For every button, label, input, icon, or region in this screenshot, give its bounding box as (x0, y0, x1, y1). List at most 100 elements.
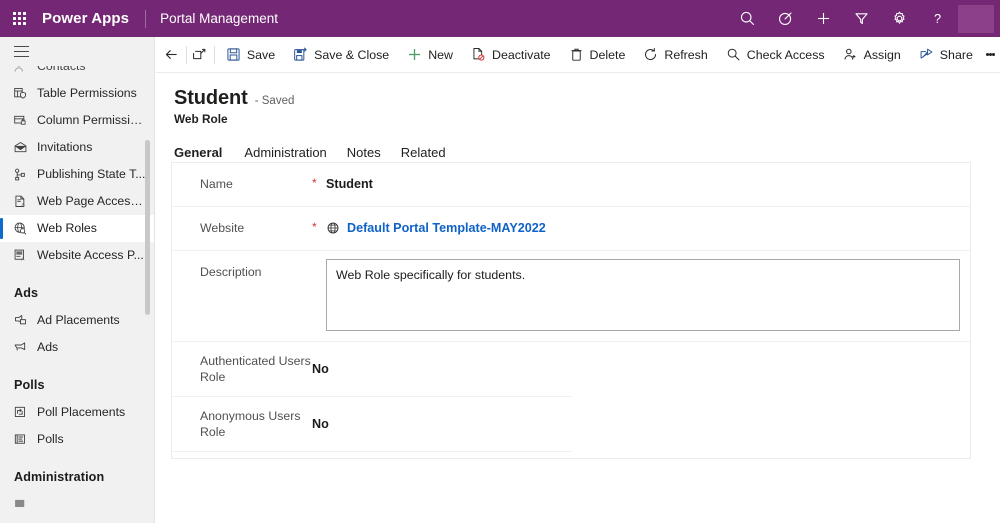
brand-title[interactable]: Power Apps (42, 10, 129, 27)
record-header: Student - Saved Web Role (156, 73, 1000, 126)
column-permissions-icon (9, 113, 31, 128)
website-access-icon: A (9, 248, 31, 263)
publishing-state-icon (9, 167, 31, 182)
sidebar-item-publishing-state-transitions[interactable]: Publishing State T... (0, 161, 154, 188)
refresh-icon (643, 47, 658, 62)
sidebar-item-label: Ad Placements (37, 307, 120, 334)
sidebar-item-ads[interactable]: Ads (0, 334, 154, 361)
back-button[interactable] (160, 39, 184, 71)
sidebar-item-label: Table Permissions (37, 80, 137, 107)
save-button[interactable]: Save (217, 39, 284, 71)
new-label: New (428, 48, 453, 62)
web-page-access-icon: A (9, 194, 31, 209)
main-content: Save Save & Close New Deactivate (156, 37, 1000, 523)
entity-name: Web Role (174, 112, 1000, 126)
app-launcher-icon[interactable] (0, 0, 38, 37)
form-card: Name * Student Website * Default Portal … (171, 162, 971, 459)
field-row-description: Description (172, 251, 970, 342)
sidebar-item-poll-placements[interactable]: Poll Placements (0, 399, 154, 426)
sidebar-item-ad-placements[interactable]: Ad Placements (0, 307, 154, 334)
sidebar: Contacts Table Permissions Column Permis… (0, 37, 155, 523)
assign-button[interactable]: Assign (834, 39, 910, 71)
description-input[interactable] (326, 259, 960, 331)
brand-divider (145, 10, 146, 28)
add-icon[interactable] (804, 0, 842, 37)
user-avatar[interactable] (958, 5, 994, 33)
open-in-new-window-button[interactable] (188, 39, 212, 71)
sidebar-item-label: Web Roles (37, 215, 97, 242)
sidebar-item-web-page-access-control-rules[interactable]: A Web Page Access ... (0, 188, 154, 215)
page-title: Student (174, 87, 248, 110)
name-value[interactable]: Student (326, 163, 970, 206)
check-access-button[interactable]: Check Access (717, 39, 834, 71)
anonymous-users-role-label: Anonymous Users Role (172, 397, 312, 451)
diagnostics-icon[interactable] (766, 0, 804, 37)
authenticated-users-role-value[interactable]: No (312, 342, 572, 396)
share-icon (919, 47, 934, 62)
website-link[interactable]: Default Portal Template-MAY2022 (347, 221, 546, 235)
sidebar-scrollbar-thumb[interactable] (145, 140, 150, 315)
new-icon (407, 47, 422, 62)
brandbar-actions: ? (728, 0, 1000, 37)
delete-label: Delete (590, 48, 626, 62)
sidebar-item-label: Publishing State T... (37, 161, 145, 188)
command-bar-divider-2 (214, 46, 215, 64)
partial-item-icon (9, 497, 31, 507)
polls-icon (9, 432, 31, 447)
command-bar-divider (186, 46, 187, 64)
field-row-website: Website * Default Portal Template-MAY202… (172, 207, 970, 251)
web-roles-icon (9, 221, 31, 236)
field-row-name: Name * Student (172, 163, 970, 207)
gear-icon[interactable] (880, 0, 918, 37)
name-required-indicator: * (312, 163, 326, 206)
name-label: Name (172, 163, 312, 206)
save-status: - Saved (255, 95, 295, 107)
filter-icon[interactable] (842, 0, 880, 37)
deactivate-icon (471, 47, 486, 62)
deactivate-button[interactable]: Deactivate (462, 39, 560, 71)
sidebar-item-label: Polls (37, 426, 64, 453)
svg-text:A: A (21, 202, 25, 207)
command-bar: Save Save & Close New Deactivate (156, 37, 1000, 73)
sidebar-item-contacts[interactable]: Contacts (0, 66, 154, 80)
invitations-icon (9, 140, 31, 155)
field-row-authenticated-users-role: Authenticated Users Role No (172, 342, 572, 397)
sidebar-item-partial[interactable] (0, 491, 154, 507)
share-label: Share (940, 48, 973, 62)
sidebar-group-administration: Administration (0, 453, 154, 491)
ad-placements-icon (9, 313, 31, 328)
save-icon (226, 47, 241, 62)
sidebar-item-column-permissions[interactable]: Column Permissio... (0, 107, 154, 134)
app-root: Power Apps Portal Management ? (0, 0, 1000, 523)
assign-label: Assign (864, 48, 901, 62)
sidebar-item-polls[interactable]: Polls (0, 426, 154, 453)
description-label: Description (172, 251, 312, 341)
sidebar-item-label: Contacts (37, 66, 86, 73)
refresh-label: Refresh (664, 48, 707, 62)
sidebar-item-table-permissions[interactable]: Table Permissions (0, 80, 154, 107)
anonymous-users-role-value[interactable]: No (312, 397, 572, 451)
new-button[interactable]: New (398, 39, 462, 71)
deactivate-label: Deactivate (492, 48, 551, 62)
refresh-button[interactable]: Refresh (634, 39, 716, 71)
search-icon[interactable] (728, 0, 766, 37)
svg-text:A: A (21, 257, 25, 262)
authenticated-users-role-label: Authenticated Users Role (172, 342, 312, 396)
sidebar-item-label: Column Permissio... (37, 107, 147, 134)
delete-icon (569, 47, 584, 62)
sitemap-toggle-icon[interactable] (0, 37, 154, 66)
check-access-icon (726, 47, 741, 62)
top-brand-bar: Power Apps Portal Management ? (0, 0, 1000, 37)
svg-text:?: ? (933, 11, 940, 26)
sidebar-group-polls: Polls (0, 361, 154, 399)
delete-button[interactable]: Delete (560, 39, 635, 71)
more-commands-button[interactable] (982, 39, 1000, 71)
save-and-close-button[interactable]: Save & Close (284, 39, 398, 71)
sidebar-item-invitations[interactable]: Invitations (0, 134, 154, 161)
share-button[interactable]: Share (910, 39, 982, 71)
sidebar-item-website-access-permissions[interactable]: A Website Access P... (0, 242, 154, 269)
sidebar-item-label: Web Page Access ... (37, 188, 147, 215)
sidebar-item-web-roles[interactable]: Web Roles (0, 215, 154, 242)
help-icon[interactable]: ? (918, 0, 956, 37)
sidebar-item-label: Ads (37, 334, 58, 361)
